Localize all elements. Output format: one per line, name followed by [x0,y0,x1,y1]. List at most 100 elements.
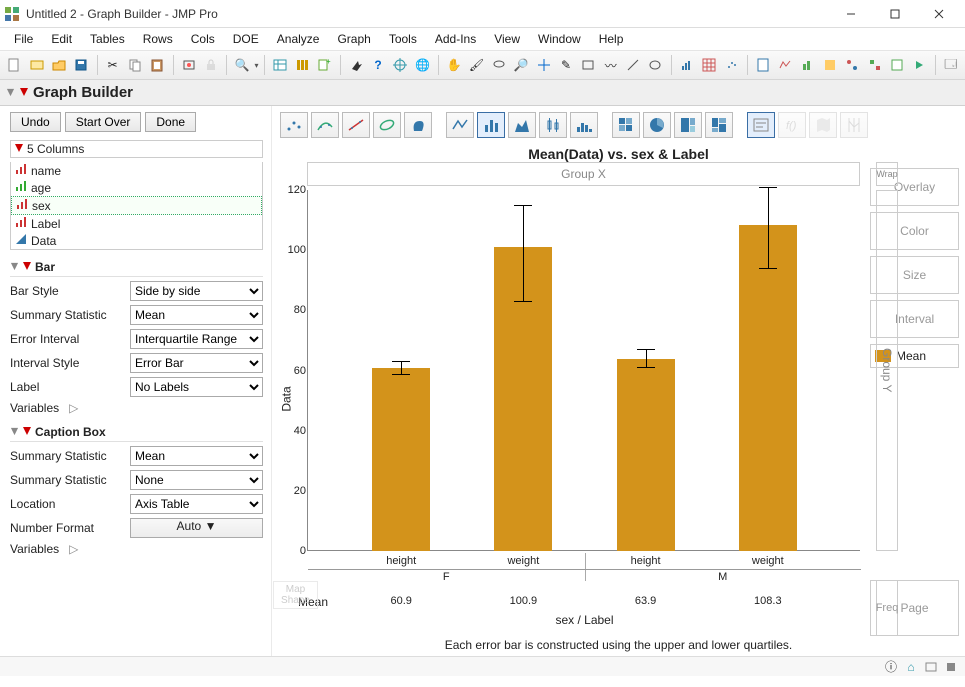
tb-brush-icon[interactable]: 🖌 [466,54,486,76]
home-icon[interactable]: ⌂ [903,659,919,675]
caption-summary2-select[interactable]: None [130,470,263,490]
tb-data-icon[interactable] [269,54,289,76]
red-triangle-icon[interactable] [22,425,32,439]
map-icon[interactable] [809,112,837,138]
square-icon[interactable] [943,659,959,675]
tb-hand-icon[interactable]: ✋ [444,54,464,76]
caption-format-button[interactable]: Auto ▼ [130,518,263,538]
red-triangle-icon[interactable] [14,142,24,156]
info-icon[interactable]: ⓘ [883,659,899,675]
linefit-icon[interactable] [342,112,370,138]
tb-add-icon[interactable]: + [314,54,334,76]
tb-rect-icon[interactable] [578,54,598,76]
tb-run-icon[interactable] [909,54,929,76]
menu-file[interactable]: File [6,30,41,48]
done-button[interactable]: Done [145,112,196,132]
menu-edit[interactable]: Edit [43,30,80,48]
tb-globe-icon[interactable]: 🌐 [413,54,433,76]
tb-zoomin-icon[interactable]: 🔎 [511,54,531,76]
tb-pencil-icon[interactable]: ✎ [556,54,576,76]
parallel-icon[interactable] [840,112,868,138]
start-over-button[interactable]: Start Over [65,112,142,132]
tb-scatter-icon[interactable] [721,54,741,76]
menu-window[interactable]: Window [530,30,589,48]
tb-misc4-icon[interactable] [865,54,885,76]
tb-newtable-icon[interactable] [26,54,46,76]
smoother-icon[interactable] [311,112,339,138]
menu-doe[interactable]: DOE [225,30,267,48]
menu-graph[interactable]: Graph [329,30,378,48]
red-triangle-icon[interactable] [19,86,29,100]
tb-ellipse-icon[interactable] [645,54,665,76]
bar-icon[interactable] [477,112,505,138]
ellipse-icon[interactable] [373,112,401,138]
tb-target-icon[interactable] [390,54,410,76]
bar-F-height[interactable] [372,368,430,551]
group-x-zone[interactable]: Group X [307,162,860,186]
tb-misc3-icon[interactable] [842,54,862,76]
tb-seg-icon[interactable]: 〰 [601,54,621,76]
red-triangle-icon[interactable] [22,260,32,274]
plot-area[interactable]: Group X Wrap Group Y Freq Data heightwei… [272,162,870,636]
tb-open-icon[interactable] [49,54,69,76]
section-caption-header[interactable]: Caption Box [10,425,263,442]
heatmap-icon[interactable] [612,112,640,138]
columns-header[interactable]: 5 Columns [10,140,263,158]
line-icon[interactable] [446,112,474,138]
maximize-button[interactable] [873,0,917,28]
tb-zoom-dropdown-icon[interactable]: ▾ [255,61,259,70]
tb-lines-icon[interactable] [775,54,795,76]
tb-line-icon[interactable] [623,54,643,76]
treemap-icon[interactable] [674,112,702,138]
tb-list-icon[interactable] [292,54,312,76]
column-item-Label[interactable]: Label [11,215,262,232]
freq-zone[interactable]: Freq [876,580,898,636]
column-item-sex[interactable]: sex [11,196,262,215]
pie-icon[interactable] [643,112,671,138]
menu-view[interactable]: View [486,30,528,48]
menu-analyze[interactable]: Analyze [269,30,328,48]
contour-icon[interactable] [404,112,432,138]
disclosure-icon[interactable] [10,425,19,439]
disclosure-icon[interactable] [10,260,19,274]
undo-button[interactable]: Undo [10,112,61,132]
tb-help-icon[interactable]: ? [368,54,388,76]
tb-lasso-icon[interactable] [489,54,509,76]
column-item-name[interactable]: name [11,162,262,179]
caption-icon[interactable] [747,112,775,138]
tb-dist-icon[interactable] [677,54,697,76]
bar-style-select[interactable]: Side by side [130,281,263,301]
bar-summary-select[interactable]: Mean [130,305,263,325]
tb-screenshot-icon[interactable] [178,54,198,76]
bar-M-weight[interactable] [739,225,797,551]
tb-misc1-icon[interactable] [797,54,817,76]
tb-misc5-icon[interactable] [887,54,907,76]
tb-arrow-icon[interactable] [346,54,366,76]
points-icon[interactable] [280,112,308,138]
tb-tablet-icon[interactable] [753,54,773,76]
close-button[interactable] [917,0,961,28]
bar-interval-select[interactable]: Error Bar [130,353,263,373]
tb-crosshair-icon[interactable] [533,54,553,76]
tb-cut-icon[interactable]: ✂ [102,54,122,76]
expand-arrow-icon[interactable]: ▷ [69,542,78,556]
map-zone[interactable]: Map Shape [273,581,318,609]
bar-M-height[interactable] [617,359,675,551]
caption-summary-select[interactable]: Mean [130,446,263,466]
tb-zoom-icon[interactable]: 🔍 [232,54,252,76]
menu-help[interactable]: Help [591,30,632,48]
tb-lock-icon[interactable] [201,54,221,76]
hist-icon[interactable] [570,112,598,138]
column-item-age[interactable]: age [11,179,262,196]
menu-addins[interactable]: Add-Ins [427,30,484,48]
group-y-zone[interactable]: Group Y [876,190,898,551]
bar-label-select[interactable]: No Labels [130,377,263,397]
rect-icon[interactable] [923,659,939,675]
tb-end-icon[interactable]: 🗔 [941,54,961,76]
expand-arrow-icon[interactable]: ▷ [69,401,78,415]
bar-error-select[interactable]: Interquartile Range [130,329,263,349]
formula-icon[interactable]: f() [778,112,806,138]
tb-misc2-icon[interactable] [820,54,840,76]
area-icon[interactable] [508,112,536,138]
tb-grid-icon[interactable] [699,54,719,76]
